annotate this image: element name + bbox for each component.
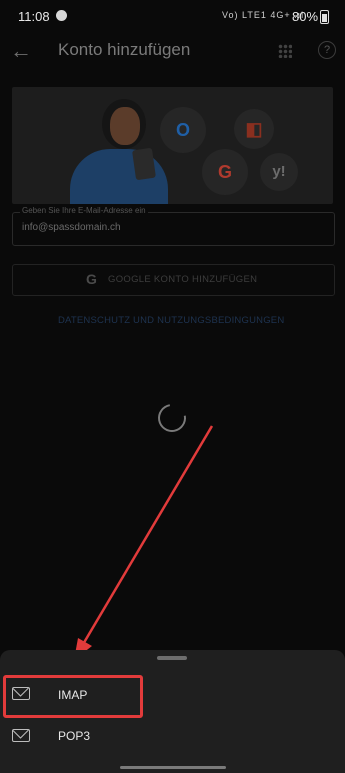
option-pop3-label: POP3 [58,729,91,743]
mail-icon [12,729,30,742]
option-pop3[interactable]: POP3 [0,714,345,754]
sheet-drag-handle[interactable] [157,656,187,660]
annotation-highlight-box [3,675,143,718]
gesture-navigation-bar[interactable] [120,766,226,769]
